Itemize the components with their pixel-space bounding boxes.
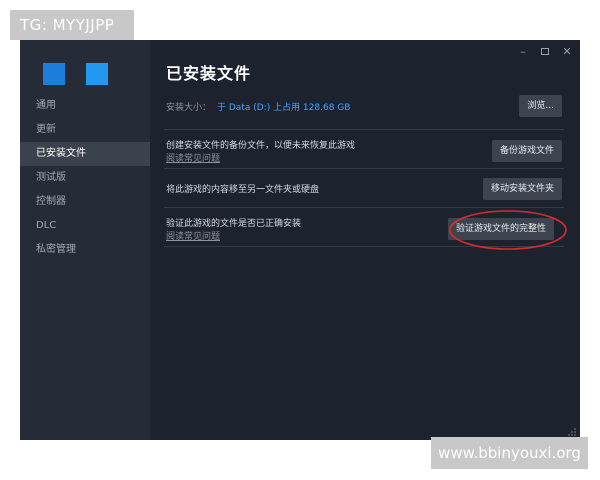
watermark-bottom-right: www.bbinyouxi.org (431, 437, 588, 469)
backup-faq-link[interactable]: 阅读常见问题 (166, 151, 220, 164)
sidebar-item-dlc[interactable]: DLC (20, 214, 150, 238)
divider (164, 168, 564, 169)
blue-square-icon (86, 63, 108, 85)
sidebar-item-updates[interactable]: 更新 (20, 118, 150, 142)
page-title: 已安装文件 (166, 64, 252, 83)
backup-files-button[interactable]: 备份游戏文件 (491, 140, 562, 162)
install-size-label: 安装大小： (166, 103, 212, 113)
sidebar-item-betas[interactable]: 测试版 (20, 166, 150, 190)
close-icon[interactable]: ✕ (560, 44, 574, 58)
verify-integrity-button[interactable]: 验证游戏文件的完整性 (447, 218, 554, 240)
install-size: 安装大小： 于 Data (D:) 上占用 128.68 GB (166, 100, 350, 113)
sidebar-item-general[interactable]: 通用 (20, 94, 150, 118)
sidebar-nav: 通用 更新 已安装文件 测试版 控制器 DLC 私密管理 (20, 94, 150, 262)
watermark-top-left: TG: MYYJJPP (10, 10, 134, 40)
install-size-value: 于 Data (D:) 上占用 128.68 GB (217, 103, 351, 113)
sidebar: 通用 更新 已安装文件 测试版 控制器 DLC 私密管理 (20, 40, 150, 440)
move-folder-button[interactable]: 移动安装文件夹 (482, 178, 562, 200)
maximize-icon[interactable] (538, 44, 552, 58)
sidebar-item-installed-files[interactable]: 已安装文件 (20, 142, 150, 166)
settings-window: 通用 更新 已安装文件 测试版 控制器 DLC 私密管理 – ✕ 已安装文件 安… (20, 40, 580, 440)
window-controls: – ✕ (516, 44, 574, 58)
main-panel: – ✕ 已安装文件 安装大小： 于 Data (D:) 上占用 128.68 GB… (150, 40, 580, 440)
resize-grip-icon[interactable] (567, 427, 577, 437)
divider (164, 246, 564, 247)
minimize-icon[interactable]: – (516, 44, 530, 58)
divider (164, 207, 564, 208)
sidebar-item-privacy[interactable]: 私密管理 (20, 238, 150, 262)
sidebar-item-controller[interactable]: 控制器 (20, 190, 150, 214)
blue-square-icon (43, 63, 65, 85)
move-description: 将此游戏的内容移至另一文件夹或硬盘 (166, 185, 320, 195)
browse-button[interactable]: 浏览... (519, 95, 562, 117)
verify-description: 验证此游戏的文件是否已正确安装 (166, 219, 302, 229)
divider (164, 129, 564, 130)
backup-description: 创建安装文件的备份文件，以便未来恢复此游戏 (166, 141, 356, 151)
verify-faq-link[interactable]: 阅读常见问题 (166, 229, 220, 242)
